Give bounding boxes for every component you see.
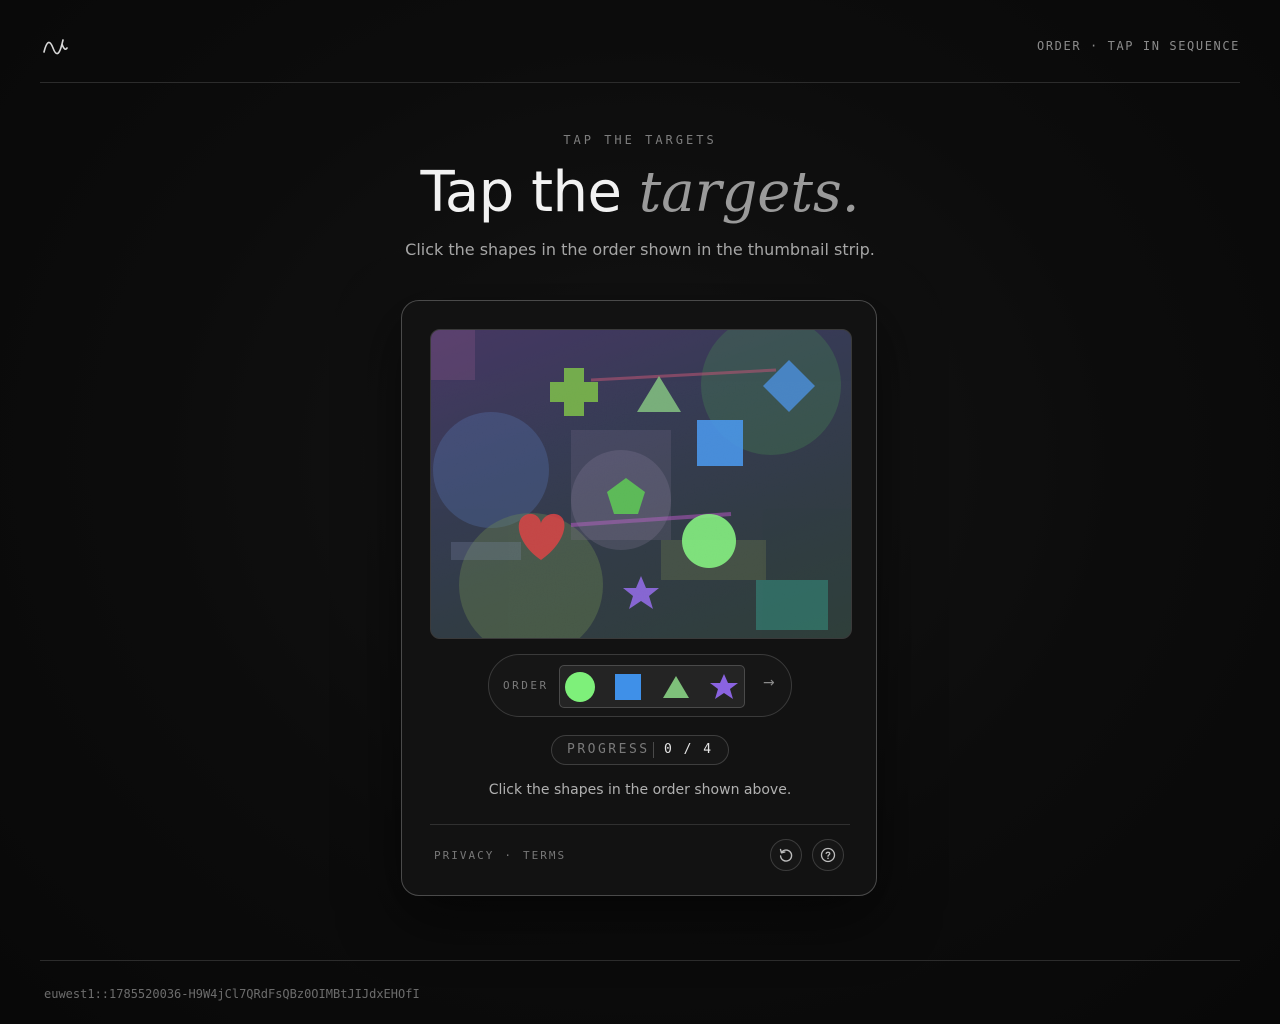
- square-thumb: [615, 674, 641, 700]
- title-main: Tap the: [420, 160, 639, 225]
- reload-button[interactable]: [770, 839, 802, 871]
- footer-divider: [40, 960, 1240, 961]
- thumbnail-strip: [559, 665, 745, 708]
- next-arrow-icon[interactable]: →: [763, 675, 775, 691]
- privacy-link[interactable]: PRIVACY: [434, 849, 494, 862]
- progress-label: PROGRESS: [567, 742, 650, 757]
- noise-overlay: [431, 330, 851, 638]
- legal-separator: ·: [504, 849, 513, 862]
- card-divider: [430, 824, 850, 825]
- star-thumb: [710, 674, 738, 699]
- challenge-card: ORDER → PROGRESS 0 / 4 Click the shapes …: [401, 300, 877, 896]
- reload-icon: [779, 848, 793, 862]
- page-title: Tap the targets.: [0, 158, 1280, 228]
- progress-value: 0 / 4: [664, 742, 714, 757]
- order-label: ORDER: [503, 679, 549, 692]
- header-meta: ORDER · TAP IN SEQUENCE: [1037, 39, 1240, 53]
- help-button[interactable]: [812, 839, 844, 871]
- instruction-text: Click the shapes in the order shown abov…: [488, 782, 792, 798]
- wave-logo-icon: [43, 39, 68, 55]
- terms-link[interactable]: TERMS: [523, 849, 566, 862]
- page-subtitle: Click the shapes in the order shown in t…: [405, 240, 875, 259]
- progress-badge: PROGRESS 0 / 4: [551, 735, 729, 765]
- order-strip: ORDER →: [488, 654, 792, 717]
- eyebrow: TAP THE TARGETS: [563, 133, 717, 147]
- legal-links: PRIVACY · TERMS: [434, 849, 566, 862]
- triangle-thumb: [663, 676, 689, 698]
- help-icon: [820, 847, 836, 863]
- circle-thumb: [565, 672, 595, 702]
- session-id: euwest1::1785520036-H9W4jCl7QRdFsQBz0OIM…: [44, 987, 420, 1001]
- title-accent: targets.: [638, 160, 860, 225]
- progress-divider: [653, 742, 654, 758]
- challenge-canvas[interactable]: [430, 329, 852, 639]
- header: ORDER · TAP IN SEQUENCE: [40, 0, 1240, 83]
